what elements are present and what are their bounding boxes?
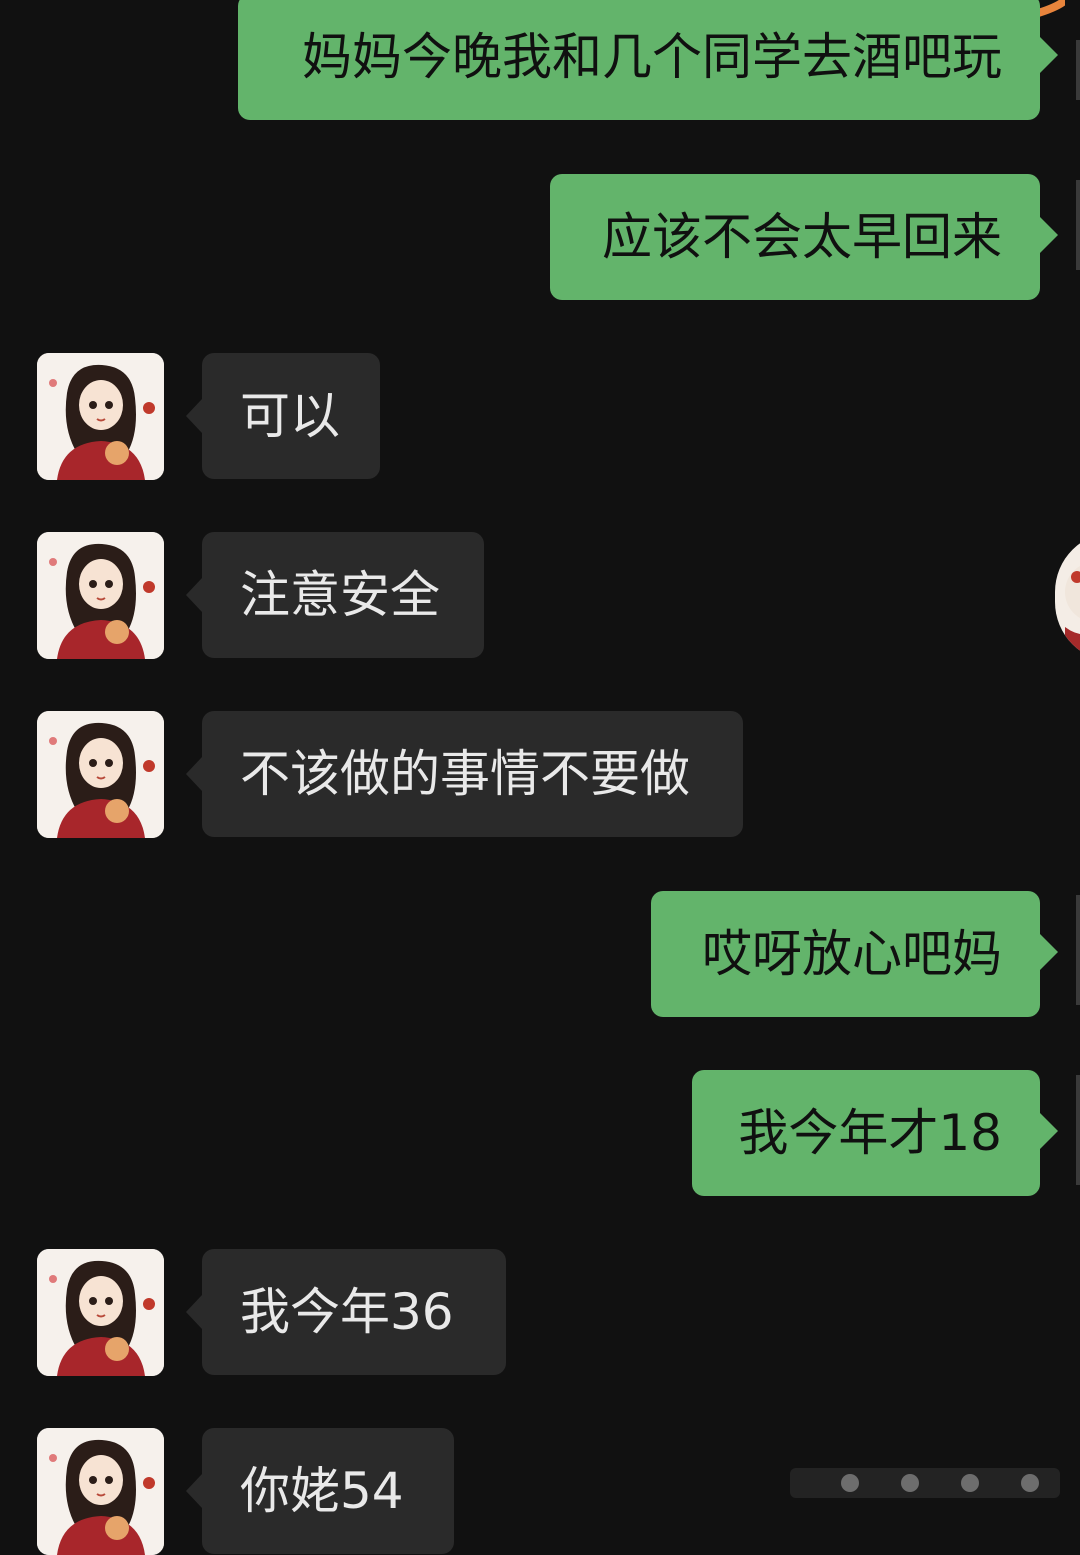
edge-strip bbox=[1076, 1075, 1080, 1185]
edge-strip bbox=[1076, 180, 1080, 270]
message-bubble-outgoing[interactable]: 妈妈今晚我和几个同学去酒吧玩 bbox=[238, 0, 1040, 120]
partial-avatar-edge bbox=[1055, 532, 1080, 662]
message-bubble-outgoing[interactable]: 我今年才18 bbox=[692, 1070, 1040, 1196]
bubble-tail bbox=[186, 1474, 202, 1508]
contact-avatar[interactable] bbox=[37, 353, 164, 480]
message-bubble-incoming[interactable]: 可以 bbox=[202, 353, 380, 479]
message-bubble-outgoing[interactable]: 应该不会太早回来 bbox=[550, 174, 1040, 300]
message-text: 我今年36 bbox=[240, 1283, 454, 1341]
bubble-tail bbox=[1040, 1113, 1058, 1149]
message-bubble-incoming[interactable]: 不该做的事情不要做 bbox=[202, 711, 743, 837]
message-text: 可以 bbox=[240, 387, 340, 445]
message-text: 不该做的事情不要做 bbox=[240, 745, 690, 803]
contact-avatar[interactable] bbox=[37, 711, 164, 838]
chat-thread: 妈妈今晚我和几个同学去酒吧玩 应该不会太早回来 可以 注意安全 不该做的事情不要… bbox=[0, 0, 1080, 1555]
contact-avatar[interactable] bbox=[37, 1428, 164, 1555]
message-text: 你姥54 bbox=[240, 1462, 404, 1520]
message-bubble-incoming[interactable]: 你姥54 bbox=[202, 1428, 454, 1554]
edge-strip bbox=[1076, 40, 1080, 100]
message-text: 我今年才18 bbox=[738, 1104, 1002, 1162]
message-bubble-incoming[interactable]: 注意安全 bbox=[202, 532, 484, 658]
message-bubble-outgoing[interactable]: 哎呀放心吧妈 bbox=[651, 891, 1040, 1017]
message-text: 哎呀放心吧妈 bbox=[702, 925, 1002, 983]
bubble-tail bbox=[186, 578, 202, 612]
message-text: 妈妈今晚我和几个同学去酒吧玩 bbox=[302, 28, 1002, 86]
bubble-tail bbox=[1040, 37, 1058, 73]
message-text: 应该不会太早回来 bbox=[602, 208, 1002, 266]
contact-avatar[interactable] bbox=[37, 532, 164, 659]
bubble-tail bbox=[1040, 217, 1058, 253]
message-bubble-incoming[interactable]: 我今年36 bbox=[202, 1249, 506, 1375]
watermark-blur bbox=[790, 1468, 1060, 1498]
bubble-tail bbox=[186, 1295, 202, 1329]
edge-strip bbox=[1076, 895, 1080, 1005]
message-text: 注意安全 bbox=[240, 566, 440, 624]
bubble-tail bbox=[1040, 934, 1058, 970]
bubble-tail bbox=[186, 399, 202, 433]
bubble-tail bbox=[186, 757, 202, 791]
contact-avatar[interactable] bbox=[37, 1249, 164, 1376]
